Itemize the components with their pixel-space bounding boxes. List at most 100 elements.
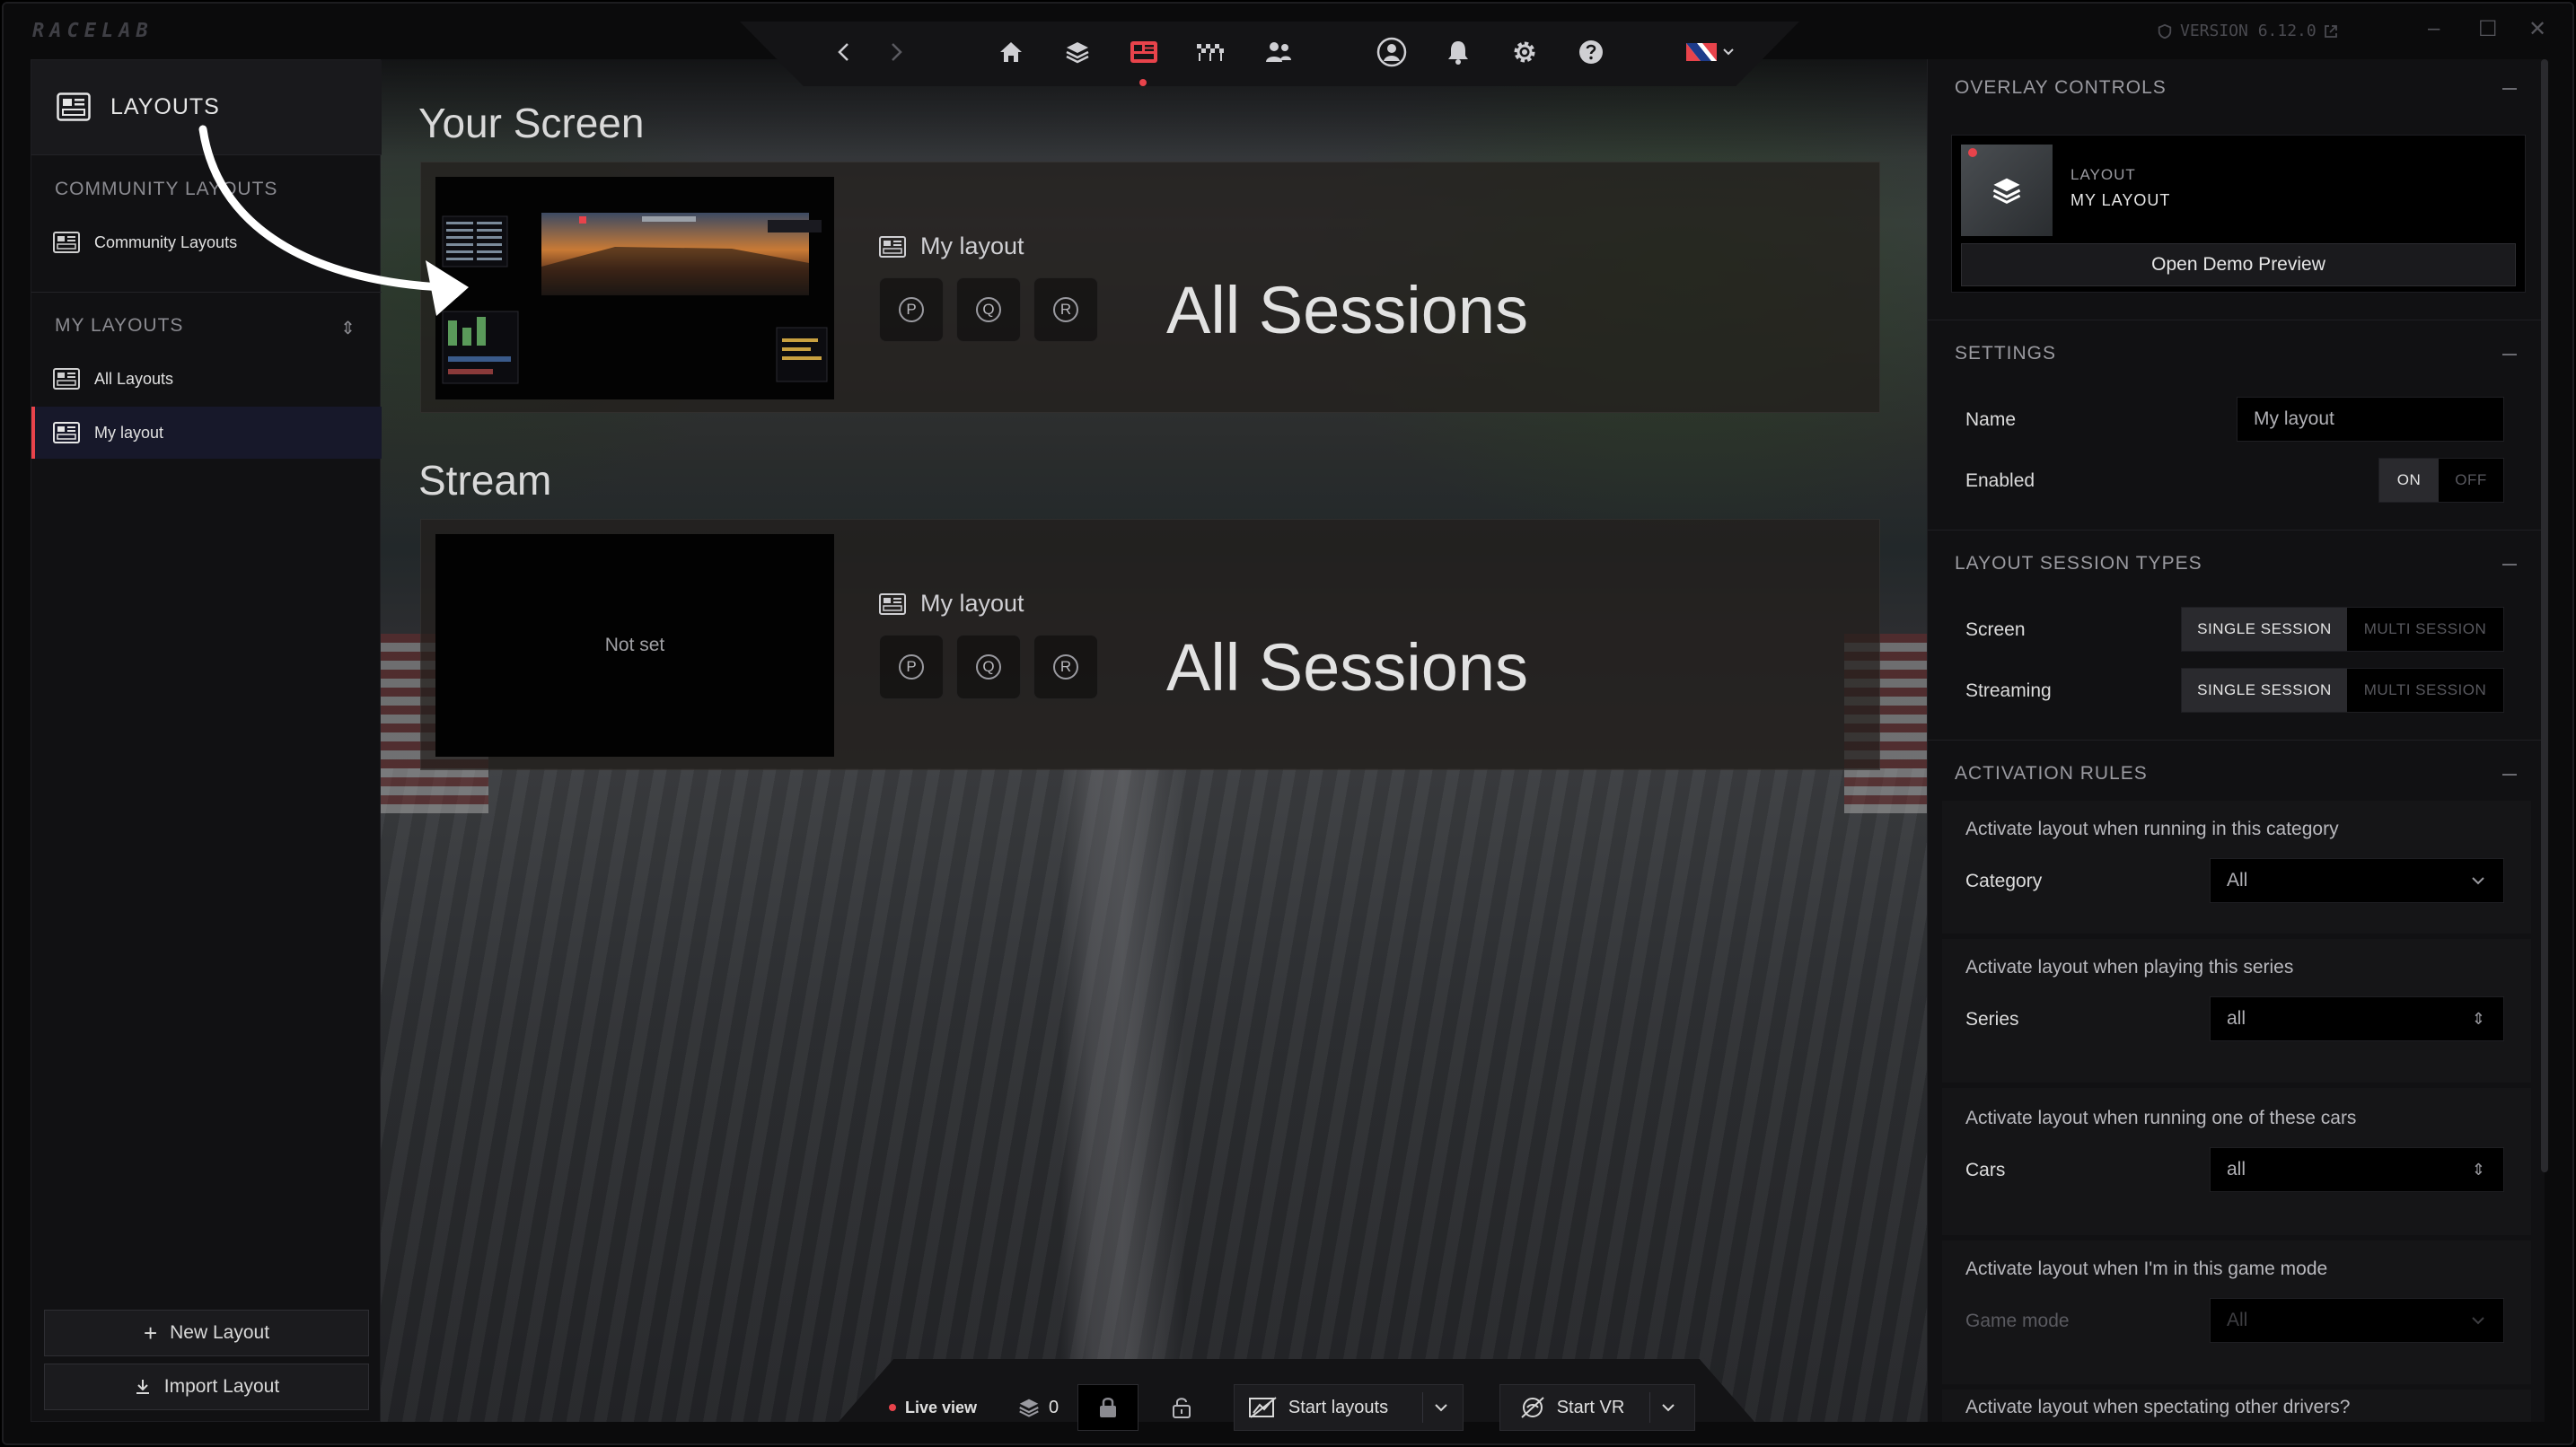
- main-area: Your Screen My layout P Q R All Sessions…: [381, 59, 1927, 1422]
- streaming-single-session-option[interactable]: SINGLE SESSION: [2182, 669, 2347, 712]
- my-layouts-section-label: MY LAYOUTS: [55, 315, 184, 336]
- chevron-down-icon[interactable]: [1661, 1402, 1675, 1413]
- layouts-icon[interactable]: [1126, 34, 1162, 70]
- toggle-off-option[interactable]: OFF: [2439, 459, 2503, 502]
- sidebar-item-all-layouts[interactable]: All Layouts: [31, 353, 382, 405]
- layout-icon: [879, 592, 906, 615]
- import-layout-button[interactable]: Import Layout: [44, 1364, 369, 1410]
- status-indicator-icon: [1968, 148, 1977, 157]
- unlock-icon: [1173, 1398, 1191, 1418]
- bell-icon[interactable]: [1440, 34, 1476, 70]
- layer-counter: 0: [1018, 1384, 1059, 1431]
- up-down-chevron-icon: ⇕: [2471, 1009, 2485, 1028]
- layout-icon: [879, 235, 906, 258]
- screen-session-label: All Sessions: [1166, 273, 1529, 347]
- streaming-session-label: Streaming: [1965, 680, 2052, 701]
- gear-icon[interactable]: [1507, 34, 1543, 70]
- stream-layout-card[interactable]: Not set My layout P Q R All Sessions: [420, 519, 1880, 770]
- category-select[interactable]: All: [2210, 858, 2504, 903]
- stream-not-set-text: Not set: [604, 635, 665, 655]
- open-demo-preview-button[interactable]: Open Demo Preview: [1961, 243, 2516, 286]
- screen-layout-name: My layout: [879, 232, 1024, 260]
- session-race-badge: R: [1033, 635, 1098, 699]
- overlay-preview-box: LAYOUT MY LAYOUT Open Demo Preview: [1951, 135, 2526, 293]
- sidebar-item-my-layout[interactable]: My layout: [31, 407, 382, 459]
- help-icon[interactable]: [1573, 34, 1609, 70]
- chevron-left-icon[interactable]: [826, 34, 862, 70]
- overlay-controls-heading: OVERLAY CONTROLS: [1955, 77, 2167, 98]
- collapse-icon[interactable]: [2502, 354, 2517, 355]
- cars-rule-description: Activate layout when running one of thes…: [1965, 1108, 2357, 1128]
- layers-icon: [1992, 178, 2021, 205]
- maximize-icon[interactable]: ☐: [2478, 16, 2498, 42]
- start-layouts-icon: [1248, 1397, 1277, 1418]
- chevron-down-icon: [2472, 1317, 2484, 1325]
- up-down-chevron-icon: ⇕: [2471, 1160, 2485, 1179]
- gamemode-label: Game mode: [1965, 1311, 2070, 1331]
- stream-layout-name-text: My layout: [920, 590, 1024, 617]
- enabled-label: Enabled: [1965, 470, 2035, 491]
- background-road: [381, 768, 1927, 1422]
- toggle-on-option[interactable]: ON: [2379, 459, 2439, 502]
- profile-icon[interactable]: [1374, 34, 1410, 70]
- minimize-icon[interactable]: –: [2428, 16, 2440, 41]
- collapse-icon[interactable]: [2502, 88, 2517, 90]
- sidebar-item-label: All Layouts: [94, 369, 174, 388]
- screen-session-type-toggle[interactable]: SINGLE SESSION MULTI SESSION: [2181, 607, 2504, 652]
- series-select[interactable]: all ⇕: [2210, 996, 2504, 1041]
- close-icon[interactable]: ✕: [2528, 16, 2546, 42]
- collapse-icon[interactable]: [2502, 564, 2517, 566]
- screen-multi-session-option[interactable]: MULTI SESSION: [2347, 608, 2503, 651]
- layers-icon: [1019, 1399, 1039, 1417]
- home-icon[interactable]: [993, 34, 1029, 70]
- layout-icon: [57, 92, 91, 121]
- layers-icon[interactable]: [1059, 34, 1095, 70]
- layout-icon: [53, 232, 80, 253]
- category-rule-description: Activate layout when running in this cat…: [1965, 819, 2339, 839]
- app-logo: RACELAB: [32, 20, 154, 42]
- chevron-down-icon[interactable]: [1434, 1402, 1448, 1413]
- chevron-right-icon[interactable]: [878, 34, 914, 70]
- screen-single-session-option[interactable]: SINGLE SESSION: [2182, 608, 2347, 651]
- flag-icon[interactable]: [1683, 34, 1736, 70]
- screen-layout-thumbnail[interactable]: [435, 177, 834, 399]
- overlay-layout-name: MY LAYOUT: [2070, 191, 2171, 209]
- session-types-heading: LAYOUT SESSION TYPES: [1955, 553, 2202, 574]
- properties-panel: OVERLAY CONTROLS LAYOUT MY LAYOUT Open D…: [1927, 59, 2545, 1422]
- external-link-icon[interactable]: [2324, 24, 2338, 39]
- enabled-toggle[interactable]: ON OFF: [2378, 458, 2504, 503]
- unlock-button[interactable]: [1158, 1384, 1205, 1431]
- panel-scrollbar[interactable]: [2541, 59, 2548, 1172]
- session-race-badge: R: [1033, 277, 1098, 342]
- category-label: Category: [1965, 871, 2043, 891]
- stream-section-title: Stream: [418, 457, 552, 504]
- series-label: Series: [1965, 1009, 2019, 1030]
- layout-icon: [53, 368, 80, 390]
- lock-button[interactable]: [1077, 1384, 1139, 1431]
- stream-session-label: All Sessions: [1166, 630, 1529, 705]
- session-practice-badge: P: [879, 277, 944, 342]
- start-layouts-button[interactable]: Start layouts: [1234, 1384, 1464, 1431]
- streaming-session-type-toggle[interactable]: SINGLE SESSION MULTI SESSION: [2181, 668, 2504, 713]
- lock-icon: [1100, 1398, 1116, 1417]
- gamemode-select[interactable]: All: [2210, 1298, 2504, 1343]
- tutorial-arrow-icon: [198, 125, 469, 316]
- shield-icon: [2158, 23, 2172, 39]
- streaming-multi-session-option[interactable]: MULTI SESSION: [2347, 669, 2503, 712]
- new-layout-button[interactable]: + New Layout: [44, 1310, 369, 1356]
- panel-divider: [1928, 740, 2545, 741]
- cars-label: Cars: [1965, 1160, 2006, 1180]
- screen-session-label: Screen: [1965, 619, 2026, 640]
- screen-layout-card[interactable]: My layout P Q R All Sessions: [420, 162, 1880, 413]
- session-qualify-badge: Q: [956, 635, 1021, 699]
- live-view-button[interactable]: Live view: [889, 1384, 977, 1431]
- collapse-icon[interactable]: [2502, 774, 2517, 776]
- stream-layout-thumbnail[interactable]: Not set: [435, 534, 834, 757]
- button-separator: [1649, 1392, 1651, 1423]
- race-flag-icon[interactable]: [1192, 34, 1228, 70]
- start-vr-button[interactable]: Start VR: [1499, 1384, 1695, 1431]
- settings-heading: SETTINGS: [1955, 343, 2057, 364]
- team-icon[interactable]: [1261, 34, 1297, 70]
- layout-name-input[interactable]: My layout: [2237, 397, 2504, 442]
- cars-select[interactable]: all ⇕: [2210, 1147, 2504, 1192]
